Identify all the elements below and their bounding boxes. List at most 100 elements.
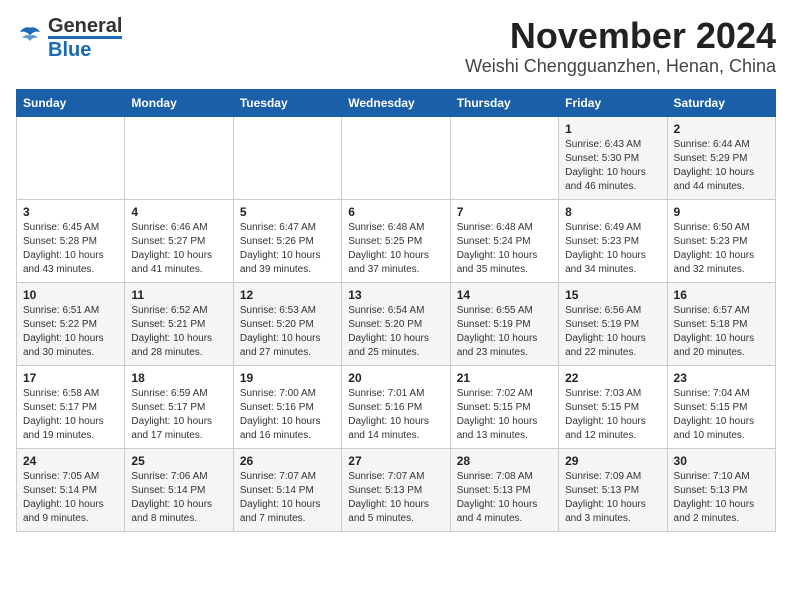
- day-info-text: Sunrise: 6:48 AM Sunset: 5:24 PM Dayligh…: [457, 221, 552, 277]
- day-number: 20: [348, 371, 443, 385]
- weekday-header: Sunday: [17, 89, 125, 116]
- day-number: 19: [240, 371, 335, 385]
- calendar-day-cell: 11Sunrise: 6:52 AM Sunset: 5:21 PM Dayli…: [125, 282, 233, 365]
- day-number: 10: [23, 288, 118, 302]
- day-info-text: Sunrise: 7:04 AM Sunset: 5:15 PM Dayligh…: [674, 387, 769, 443]
- day-info-text: Sunrise: 7:07 AM Sunset: 5:14 PM Dayligh…: [240, 470, 335, 526]
- day-number: 23: [674, 371, 769, 385]
- day-number: 6: [348, 205, 443, 219]
- day-number: 1: [565, 122, 660, 136]
- calendar-day-cell: 14 Sunrise: 6:55 AM Sunset: 5:19 PM Dayli…: [450, 282, 558, 365]
- title-section: November 2024 Weishi Chengguanzhen, Hena…: [465, 16, 776, 77]
- calendar-day-cell: 4 Sunrise: 6:46 AM Sunset: 5:27 PM Daylig…: [125, 199, 233, 282]
- logo-text: General Blue: [48, 16, 122, 60]
- calendar-day-cell: 13 Sunrise: 6:54 AM Sunset: 5:20 PM Dayli…: [342, 282, 450, 365]
- day-number: 12: [240, 288, 335, 302]
- calendar-week-row: 1 Sunrise: 6:43 AM Sunset: 5:30 PM Daylig…: [17, 116, 776, 199]
- day-info-text: Sunrise: 6:55 AM Sunset: 5:19 PM Dayligh…: [457, 304, 552, 360]
- day-info-text: Sunrise: 6:44 AM Sunset: 5:29 PM Dayligh…: [674, 138, 769, 194]
- calendar-day-cell: [17, 116, 125, 199]
- calendar-week-row: 24 Sunrise: 7:05 AM Sunset: 5:14 PM Dayli…: [17, 448, 776, 531]
- day-info-text: Sunrise: 6:58 AM Sunset: 5:17 PM Dayligh…: [23, 387, 118, 443]
- weekday-header: Friday: [559, 89, 667, 116]
- calendar-day-cell: 3 Sunrise: 6:45 AM Sunset: 5:28 PM Daylig…: [17, 199, 125, 282]
- calendar-day-cell: 9 Sunrise: 6:50 AM Sunset: 5:23 PM Daylig…: [667, 199, 775, 282]
- calendar-day-cell: 19 Sunrise: 7:00 AM Sunset: 5:16 PM Dayli…: [233, 365, 341, 448]
- day-info-text: Sunrise: 6:46 AM Sunset: 5:27 PM Dayligh…: [131, 221, 226, 277]
- day-info-text: Sunrise: 6:45 AM Sunset: 5:28 PM Dayligh…: [23, 221, 118, 277]
- calendar-day-cell: 15Sunrise: 6:56 AM Sunset: 5:19 PM Dayli…: [559, 282, 667, 365]
- weekday-header: Wednesday: [342, 89, 450, 116]
- weekday-header: Saturday: [667, 89, 775, 116]
- calendar-day-cell: 24 Sunrise: 7:05 AM Sunset: 5:14 PM Dayli…: [17, 448, 125, 531]
- calendar-table: SundayMondayTuesdayWednesdayThursdayFrid…: [16, 89, 776, 532]
- day-info-text: Sunrise: 6:49 AM Sunset: 5:23 PM Dayligh…: [565, 221, 660, 277]
- logo: General Blue: [16, 16, 122, 60]
- location-subtitle: Weishi Chengguanzhen, Henan, China: [465, 56, 776, 77]
- calendar-day-cell: 23 Sunrise: 7:04 AM Sunset: 5:15 PM Dayli…: [667, 365, 775, 448]
- calendar-day-cell: 7 Sunrise: 6:48 AM Sunset: 5:24 PM Daylig…: [450, 199, 558, 282]
- day-number: 24: [23, 454, 118, 468]
- day-info-text: Sunrise: 6:59 AM Sunset: 5:17 PM Dayligh…: [131, 387, 226, 443]
- calendar-day-cell: 25 Sunrise: 7:06 AM Sunset: 5:14 PM Dayli…: [125, 448, 233, 531]
- day-info-text: Sunrise: 6:48 AM Sunset: 5:25 PM Dayligh…: [348, 221, 443, 277]
- day-info-text: Sunrise: 7:10 AM Sunset: 5:13 PM Dayligh…: [674, 470, 769, 526]
- logo-icon: [16, 26, 44, 50]
- day-number: 2: [674, 122, 769, 136]
- calendar-day-cell: 29 Sunrise: 7:09 AM Sunset: 5:13 PM Dayli…: [559, 448, 667, 531]
- day-number: 9: [674, 205, 769, 219]
- day-info-text: Sunrise: 6:52 AM Sunset: 5:21 PM Dayligh…: [131, 304, 226, 360]
- calendar-day-cell: 21 Sunrise: 7:02 AM Sunset: 5:15 PM Dayli…: [450, 365, 558, 448]
- day-info-text: Sunrise: 6:50 AM Sunset: 5:23 PM Dayligh…: [674, 221, 769, 277]
- day-number: 21: [457, 371, 552, 385]
- day-info-text: Sunrise: 7:05 AM Sunset: 5:14 PM Dayligh…: [23, 470, 118, 526]
- day-number: 13: [348, 288, 443, 302]
- day-number: 3: [23, 205, 118, 219]
- day-number: 4: [131, 205, 226, 219]
- calendar-day-cell: 10 Sunrise: 6:51 AM Sunset: 5:22 PM Dayli…: [17, 282, 125, 365]
- calendar-day-cell: 30 Sunrise: 7:10 AM Sunset: 5:13 PM Dayli…: [667, 448, 775, 531]
- day-number: 18: [131, 371, 226, 385]
- day-number: 8: [565, 205, 660, 219]
- calendar-day-cell: [450, 116, 558, 199]
- day-info-text: Sunrise: 7:03 AM Sunset: 5:15 PM Dayligh…: [565, 387, 660, 443]
- calendar-day-cell: 28Sunrise: 7:08 AM Sunset: 5:13 PM Dayli…: [450, 448, 558, 531]
- day-number: 26: [240, 454, 335, 468]
- day-info-text: Sunrise: 6:43 AM Sunset: 5:30 PM Dayligh…: [565, 138, 660, 194]
- day-number: 30: [674, 454, 769, 468]
- day-info-text: Sunrise: 6:53 AM Sunset: 5:20 PM Dayligh…: [240, 304, 335, 360]
- day-info-text: Sunrise: 7:01 AM Sunset: 5:16 PM Dayligh…: [348, 387, 443, 443]
- calendar-week-row: 3 Sunrise: 6:45 AM Sunset: 5:28 PM Daylig…: [17, 199, 776, 282]
- day-info-text: Sunrise: 6:57 AM Sunset: 5:18 PM Dayligh…: [674, 304, 769, 360]
- day-info-text: Sunrise: 6:54 AM Sunset: 5:20 PM Dayligh…: [348, 304, 443, 360]
- day-info-text: Sunrise: 7:08 AM Sunset: 5:13 PM Dayligh…: [457, 470, 552, 526]
- day-info-text: Sunrise: 7:09 AM Sunset: 5:13 PM Dayligh…: [565, 470, 660, 526]
- day-info-text: Sunrise: 7:06 AM Sunset: 5:14 PM Dayligh…: [131, 470, 226, 526]
- day-info-text: Sunrise: 7:00 AM Sunset: 5:16 PM Dayligh…: [240, 387, 335, 443]
- day-number: 15: [565, 288, 660, 302]
- calendar-week-row: 17Sunrise: 6:58 AM Sunset: 5:17 PM Dayli…: [17, 365, 776, 448]
- calendar-day-cell: 18 Sunrise: 6:59 AM Sunset: 5:17 PM Dayli…: [125, 365, 233, 448]
- day-info-text: Sunrise: 6:47 AM Sunset: 5:26 PM Dayligh…: [240, 221, 335, 277]
- day-info-text: Sunrise: 7:02 AM Sunset: 5:15 PM Dayligh…: [457, 387, 552, 443]
- weekday-header: Tuesday: [233, 89, 341, 116]
- day-info-text: Sunrise: 6:51 AM Sunset: 5:22 PM Dayligh…: [23, 304, 118, 360]
- day-number: 16: [674, 288, 769, 302]
- weekday-header: Thursday: [450, 89, 558, 116]
- day-number: 29: [565, 454, 660, 468]
- calendar-day-cell: 12 Sunrise: 6:53 AM Sunset: 5:20 PM Dayli…: [233, 282, 341, 365]
- day-number: 27: [348, 454, 443, 468]
- calendar-day-cell: 2 Sunrise: 6:44 AM Sunset: 5:29 PM Daylig…: [667, 116, 775, 199]
- month-title: November 2024: [465, 16, 776, 56]
- day-number: 14: [457, 288, 552, 302]
- day-info-text: Sunrise: 7:07 AM Sunset: 5:13 PM Dayligh…: [348, 470, 443, 526]
- weekday-header: Monday: [125, 89, 233, 116]
- calendar-day-cell: 27 Sunrise: 7:07 AM Sunset: 5:13 PM Dayli…: [342, 448, 450, 531]
- day-number: 7: [457, 205, 552, 219]
- weekday-header-row: SundayMondayTuesdayWednesdayThursdayFrid…: [17, 89, 776, 116]
- calendar-day-cell: 16 Sunrise: 6:57 AM Sunset: 5:18 PM Dayli…: [667, 282, 775, 365]
- day-number: 5: [240, 205, 335, 219]
- day-number: 25: [131, 454, 226, 468]
- calendar-day-cell: 1 Sunrise: 6:43 AM Sunset: 5:30 PM Daylig…: [559, 116, 667, 199]
- calendar-day-cell: 17Sunrise: 6:58 AM Sunset: 5:17 PM Dayli…: [17, 365, 125, 448]
